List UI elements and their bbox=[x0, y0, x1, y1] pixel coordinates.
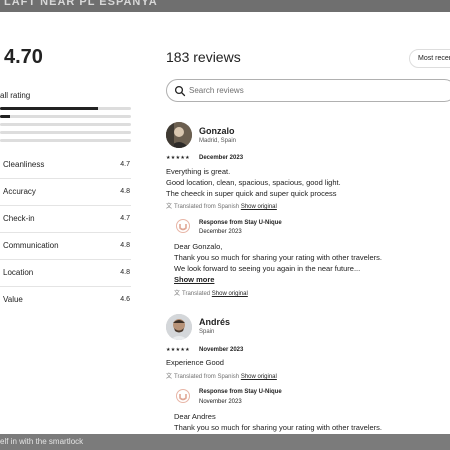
host-logo-icon bbox=[176, 389, 190, 403]
review-text-line: The cheeck in super quick and super quic… bbox=[166, 189, 337, 198]
category-name: Accuracy bbox=[3, 187, 36, 196]
search-reviews-placeholder: Search reviews bbox=[189, 86, 244, 95]
host-response-line: Thank you so much for sharing your ratin… bbox=[174, 253, 383, 262]
host-response-line: Dear Andres bbox=[174, 412, 216, 421]
host-response-date: December 2023 bbox=[199, 229, 242, 235]
review-stars: ★★★★★ bbox=[166, 155, 190, 161]
rating-distribution-bar-2 bbox=[0, 131, 131, 134]
review-date: December 2023 bbox=[199, 155, 244, 161]
category-row-accuracy: Accuracy 4.8 bbox=[0, 179, 131, 206]
review-text-line: Good location, clean, spacious, spacious… bbox=[166, 178, 341, 187]
reviewer-name: Andrés bbox=[199, 317, 231, 327]
translate-icon: 文 bbox=[166, 204, 173, 210]
translate-icon: 文 bbox=[166, 374, 173, 380]
background-footer-text: elf in with the smartlock bbox=[0, 437, 84, 446]
rating-distribution-bar-4 bbox=[0, 115, 131, 118]
review-text-line: Experience Good bbox=[166, 358, 224, 367]
category-row-check-in: Check-in 4.7 bbox=[0, 206, 131, 233]
category-name: Value bbox=[3, 295, 23, 304]
category-value: 4.6 bbox=[120, 296, 130, 303]
category-row-value: Value 4.6 bbox=[0, 287, 131, 314]
overall-rating-label: all rating bbox=[0, 91, 31, 100]
category-row-cleanliness: Cleanliness 4.7 bbox=[0, 152, 131, 179]
category-value: 4.8 bbox=[120, 188, 130, 195]
review-stars: ★★★★★ bbox=[166, 347, 190, 353]
show-more-link[interactable]: Show more bbox=[174, 275, 214, 284]
host-response-title: Response from Stay U-Nique bbox=[199, 220, 282, 226]
category-row-communication: Communication 4.8 bbox=[0, 233, 131, 260]
reviewer-avatar-andres[interactable] bbox=[166, 314, 192, 340]
search-reviews-box[interactable]: Search reviews bbox=[166, 79, 450, 102]
category-value: 4.7 bbox=[120, 215, 130, 222]
translate-icon: 文 bbox=[174, 291, 181, 297]
response-translation-note: 文 Translated Show original bbox=[174, 288, 248, 297]
translated-from-text: Translated from Spanish bbox=[174, 374, 240, 380]
reviewer-name: Gonzalo bbox=[199, 126, 235, 136]
host-response-line: Dear Gonzalo, bbox=[174, 242, 223, 251]
rating-distribution-fill bbox=[0, 115, 11, 118]
reviewer-location: Madrid, Spain bbox=[199, 138, 237, 144]
background-listing-title: LAFT NEAR PL ESPANYA bbox=[0, 0, 450, 12]
overall-rating-value: 4.70 bbox=[4, 46, 43, 68]
host-response-line: Thank you so much for sharing your ratin… bbox=[174, 423, 383, 432]
rating-distribution-fill bbox=[0, 107, 99, 110]
category-name: Cleanliness bbox=[3, 160, 45, 169]
rating-distribution-bar-1 bbox=[0, 139, 131, 142]
show-original-link[interactable]: Show original bbox=[241, 374, 277, 380]
rating-distribution-bar-5 bbox=[0, 107, 131, 110]
review-date: November 2023 bbox=[199, 347, 244, 353]
background-listing-footer: elf in with the smartlock bbox=[0, 434, 450, 450]
sort-dropdown-button[interactable]: Most recent bbox=[409, 49, 450, 68]
category-value: 4.7 bbox=[120, 161, 130, 168]
host-response-line: We look forward to seeing you again in t… bbox=[174, 264, 361, 273]
category-value: 4.8 bbox=[120, 242, 130, 249]
reviews-count-heading: 183 reviews bbox=[166, 49, 241, 65]
background-title-text: LAFT NEAR PL ESPANYA bbox=[4, 0, 158, 8]
translated-from-text: Translated from Spanish bbox=[174, 204, 240, 210]
category-name: Communication bbox=[3, 241, 59, 250]
translated-text: Translated bbox=[182, 291, 211, 297]
reviewer-location: Spain bbox=[199, 329, 215, 335]
translation-note: 文 Translated from Spanish Show original bbox=[166, 371, 277, 380]
category-row-location: Location 4.8 bbox=[0, 260, 131, 287]
show-original-link[interactable]: Show original bbox=[212, 291, 248, 297]
reviews-modal: 4.70 all rating Cleanliness 4.7 Accuracy… bbox=[0, 12, 450, 434]
review-text-line: Everything is great. bbox=[166, 167, 231, 176]
category-value: 4.8 bbox=[120, 269, 130, 276]
search-icon bbox=[174, 85, 186, 97]
avatar-photo-icon bbox=[166, 314, 192, 340]
rating-distribution-bar-3 bbox=[0, 123, 131, 126]
host-logo-icon bbox=[176, 219, 190, 233]
avatar-photo-icon bbox=[166, 122, 192, 148]
category-name: Location bbox=[3, 268, 34, 277]
translation-note: 文 Translated from Spanish Show original bbox=[166, 201, 277, 210]
category-name: Check-in bbox=[3, 214, 35, 223]
host-response-date: November 2023 bbox=[199, 399, 242, 405]
reviewer-avatar-gonzalo[interactable] bbox=[166, 122, 192, 148]
host-response-title: Response from Stay U-Nique bbox=[199, 389, 282, 395]
show-original-link[interactable]: Show original bbox=[241, 204, 277, 210]
